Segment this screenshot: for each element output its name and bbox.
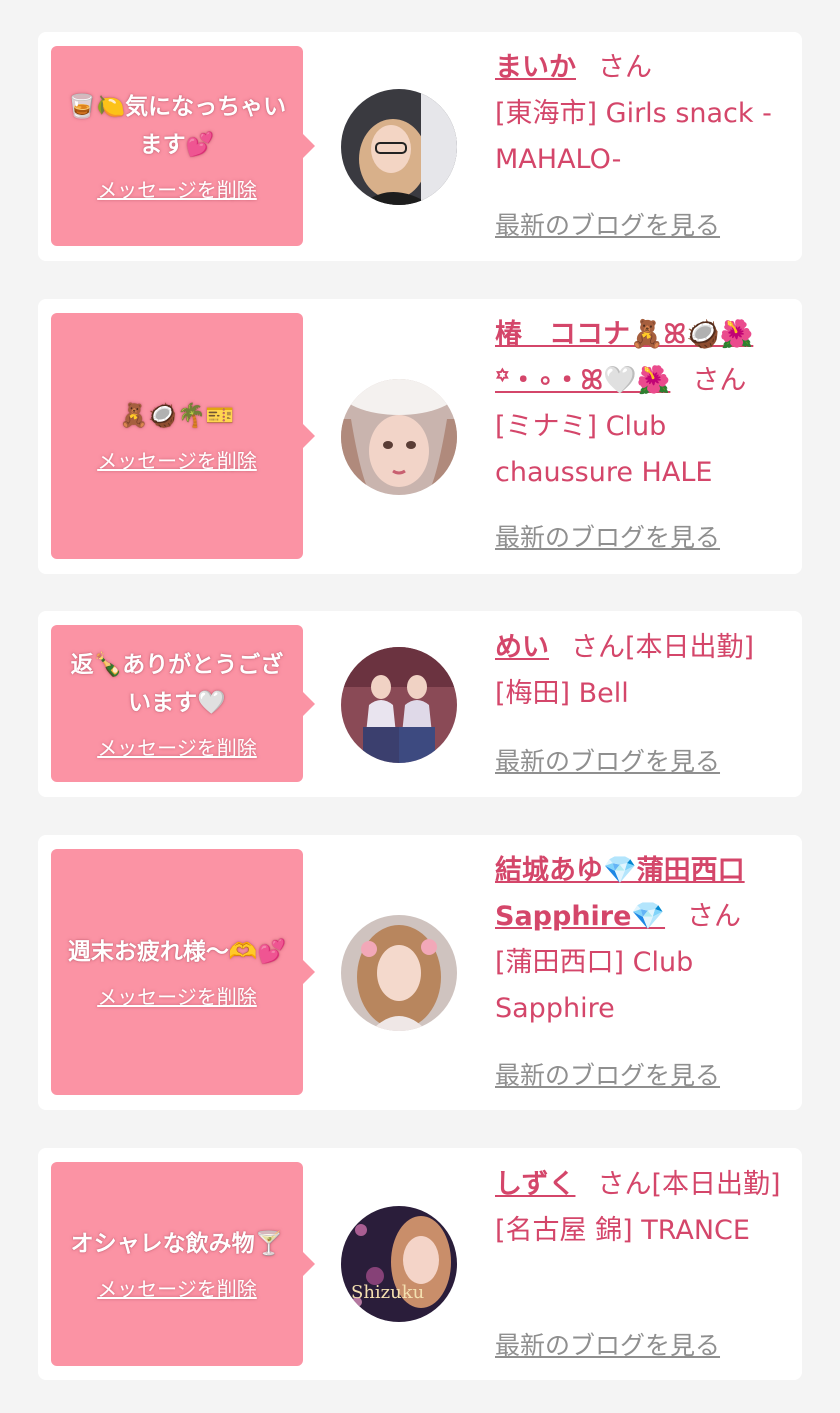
cast-info: しずく さん[本日出勤] [名古屋 錦] TRANCE (495, 1162, 787, 1254)
message-card: 週末お疲れ様〜🫶💕 メッセージを削除 結城あゆ💎蒲田西口Sapphire💎 さん … (38, 835, 802, 1110)
message-card: オシャレな飲み物🍸 メッセージを削除 Shizuku しずく さん[本日出勤] [… (38, 1148, 802, 1380)
cast-name-link[interactable]: めい (495, 632, 549, 663)
latest-blog-link[interactable]: 最新のブログを見る (495, 1060, 720, 1092)
honorific: さん (692, 365, 747, 396)
delete-message-link[interactable]: メッセージを削除 (97, 176, 257, 204)
cast-info: 椿 ココナ🧸ꕤ🥥🌺꙳・∘・ꕤ🤍🌺 さん [ミナミ] Club chaussure … (495, 312, 787, 496)
latest-blog-link[interactable]: 最新のブログを見る (495, 746, 720, 778)
latest-blog-link[interactable]: 最新のブログを見る (495, 522, 720, 554)
latest-blog-link[interactable]: 最新のブログを見る (495, 210, 720, 242)
cast-name-link[interactable]: まいか (495, 52, 576, 83)
svg-text:Shizuku: Shizuku (351, 1282, 424, 1303)
delete-message-link[interactable]: メッセージを削除 (97, 1275, 257, 1303)
message-bubble: 🧸🥥🌴🎫 メッセージを削除 (51, 313, 315, 559)
delete-message-link[interactable]: メッセージを削除 (97, 447, 257, 475)
avatar[interactable] (341, 915, 457, 1031)
honorific: さん (598, 52, 652, 83)
avatar[interactable]: Shizuku (341, 1206, 457, 1322)
area-shop: [東海市] Girls snack -MAHALO- (495, 98, 772, 175)
message-text: 返🍾ありがとうございます🤍 (70, 651, 284, 716)
area-shop: [梅田] Bell (495, 678, 629, 709)
message-card: 返🍾ありがとうございます🤍 メッセージを削除 めい さん[本日出勤] [梅田] B… (38, 611, 802, 797)
message-bubble: オシャレな飲み物🍸 メッセージを削除 (51, 1162, 315, 1366)
message-text: 🧸🥥🌴🎫 (119, 403, 235, 429)
cast-info: まいか さん [東海市] Girls snack -MAHALO- (495, 45, 787, 183)
cast-info: 結城あゆ💎蒲田西口Sapphire💎 さん [蒲田西口] Club Sapphir… (495, 848, 787, 1032)
message-card: 🧸🥥🌴🎫 メッセージを削除 椿 ココナ🧸ꕤ🥥🌺꙳・∘・ꕤ🤍🌺 さん [ミナミ] C… (38, 299, 802, 574)
honorific: さん[本日出勤] (597, 1169, 781, 1200)
avatar[interactable] (341, 647, 457, 763)
latest-blog-link[interactable]: 最新のブログを見る (495, 1330, 720, 1362)
message-bubble: 返🍾ありがとうございます🤍 メッセージを削除 (51, 625, 315, 782)
honorific: さん (687, 901, 742, 932)
favorites-message-list: 🥃🍋気になっちゃいます💕 メッセージを削除 まいか さん [東海市] Girls … (0, 0, 840, 1413)
delete-message-link[interactable]: メッセージを削除 (97, 734, 257, 762)
cast-info: めい さん[本日出勤] [梅田] Bell (495, 625, 787, 717)
cast-name-link[interactable]: しずく (495, 1169, 575, 1200)
avatar[interactable] (341, 379, 457, 495)
honorific: さん[本日出勤] (571, 632, 755, 663)
area-shop: [ミナミ] Club chaussure HALE (495, 411, 713, 488)
area-shop: [蒲田西口] Club Sapphire (495, 947, 694, 1024)
message-text: オシャレな飲み物🍸 (70, 1231, 284, 1257)
message-text: 🥃🍋気になっちゃいます💕 (67, 94, 287, 158)
area-shop: [名古屋 錦] TRANCE (495, 1215, 750, 1246)
message-card: 🥃🍋気になっちゃいます💕 メッセージを削除 まいか さん [東海市] Girls … (38, 32, 802, 261)
delete-message-link[interactable]: メッセージを削除 (97, 983, 257, 1011)
message-bubble: 🥃🍋気になっちゃいます💕 メッセージを削除 (51, 46, 315, 246)
message-text: 週末お疲れ様〜🫶💕 (67, 939, 287, 965)
message-bubble: 週末お疲れ様〜🫶💕 メッセージを削除 (51, 849, 315, 1095)
avatar[interactable] (341, 89, 457, 205)
